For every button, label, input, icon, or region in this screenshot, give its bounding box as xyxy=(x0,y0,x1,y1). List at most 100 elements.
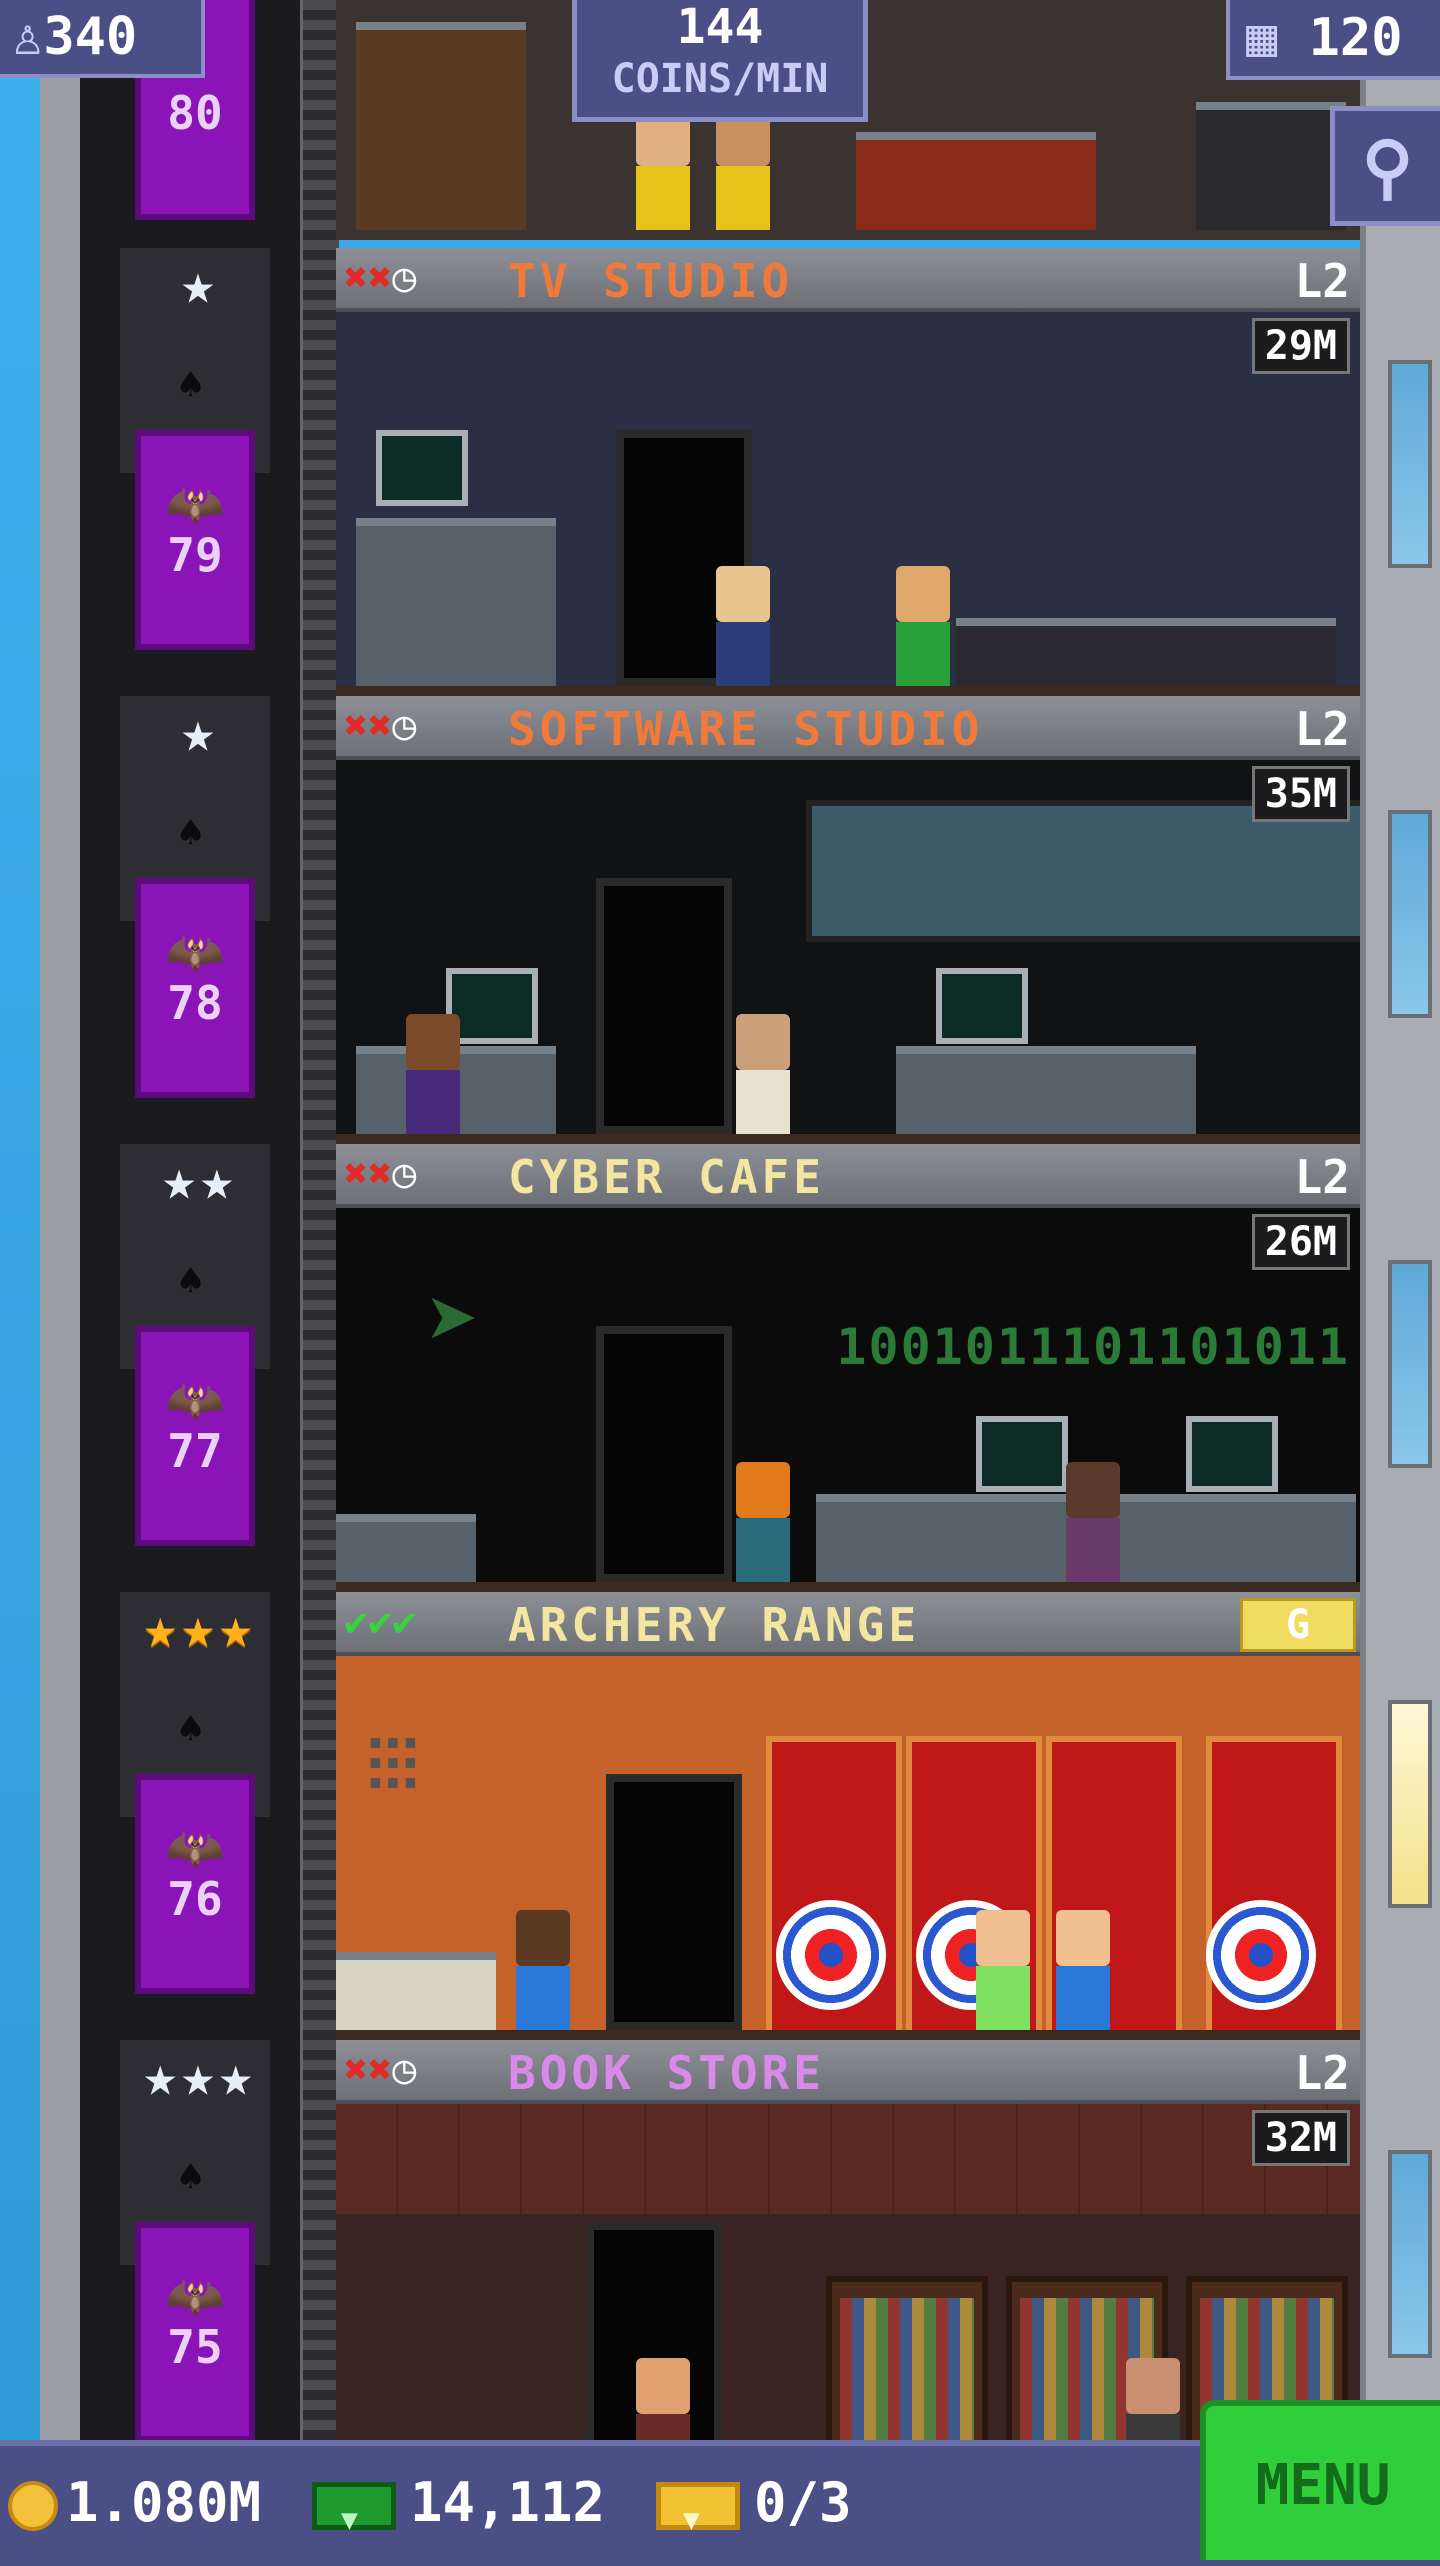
stocked-icon: ✔ xyxy=(392,1599,417,1645)
floor-name: TV STUDIO xyxy=(508,254,794,308)
elevator-car[interactable]: 🦇 76 xyxy=(135,1774,255,1994)
room-interior[interactable] xyxy=(336,760,1360,1144)
restock-timer: 29M xyxy=(1251,318,1350,374)
floor-level: L2 xyxy=(1294,702,1350,756)
resident[interactable] xyxy=(736,1014,790,1134)
room-interior[interactable]: ➤ 1001011101101011 xyxy=(336,1208,1360,1592)
floor-software-studio[interactable]: ✖✖◷ SOFTWARE STUDIO L2 35M xyxy=(336,696,1360,1144)
spade-icon: ♠ xyxy=(178,2152,204,2201)
door xyxy=(596,878,732,1134)
floor-counter[interactable]: ▦ 120 xyxy=(1226,0,1440,80)
floor-stars: ★ xyxy=(181,700,219,765)
floor-line xyxy=(336,1582,1360,1592)
elevator-floor-number: 78 xyxy=(167,976,223,1030)
floor-header[interactable]: ✖✖◷ SOFTWARE STUDIO L2 xyxy=(336,696,1360,760)
bat-icon: 🦇 xyxy=(165,925,225,981)
resident[interactable] xyxy=(1066,1462,1120,1582)
gold-badge[interactable]: G xyxy=(1240,1598,1356,1652)
resident[interactable] xyxy=(716,566,770,686)
clock-icon: ◷ xyxy=(392,1151,417,1197)
floor-header[interactable]: ✖✖◷ TV STUDIO L2 xyxy=(336,248,1360,312)
out-of-stock-icon: ✖ xyxy=(344,1151,369,1197)
monitor xyxy=(376,430,468,506)
out-of-stock-icon: ✖ xyxy=(344,2047,369,2093)
out-of-stock-icon: ✖ xyxy=(368,703,393,749)
coin-rate-unit: COINS/MIN xyxy=(611,56,829,102)
stocked-icon: ✔ xyxy=(368,1599,393,1645)
sky-background xyxy=(0,0,40,2560)
magnifier-icon: ⚲ xyxy=(1361,126,1414,208)
search-button[interactable]: ⚲ xyxy=(1330,106,1440,226)
bux-display[interactable]: 14,112 xyxy=(312,2468,605,2555)
archery-target xyxy=(1206,1900,1316,2010)
floor-level: L2 xyxy=(1294,1150,1350,1204)
stock-status: ✔✔✔ xyxy=(344,1600,416,1644)
window xyxy=(1388,2150,1432,2358)
floor-header[interactable]: ✔✔✔ ARCHERY RANGE G xyxy=(336,1592,1360,1656)
bat-icon: 🦇 xyxy=(165,477,225,533)
elevator-car[interactable]: 🦇 77 xyxy=(135,1326,255,1546)
spade-icon: ♠ xyxy=(178,360,204,409)
bat-icon: 🦇 xyxy=(165,2269,225,2325)
spade-icon: ♠ xyxy=(178,808,204,857)
coin-rate-display[interactable]: 144 COINS/MIN xyxy=(572,0,868,122)
monitor xyxy=(936,968,1028,1044)
coin-icon xyxy=(8,2481,58,2532)
window-lit xyxy=(1388,1700,1432,1908)
floor-line xyxy=(336,1134,1360,1144)
floor-cyber-cafe[interactable]: ✖✖◷ CYBER CAFE L2 ➤ 1001011101101011 26M xyxy=(336,1144,1360,1592)
coins-display[interactable]: 1.080M xyxy=(8,2468,261,2538)
out-of-stock-icon: ✖ xyxy=(344,703,369,749)
menu-button[interactable]: MENU xyxy=(1200,2400,1440,2560)
resident[interactable] xyxy=(976,1910,1030,2030)
elevator-car[interactable]: 🦇 75 xyxy=(135,2222,255,2442)
tower-right-wall xyxy=(1360,0,1440,2440)
control-desk xyxy=(356,518,556,686)
population-counter[interactable]: ♙340 xyxy=(0,0,205,78)
resident[interactable] xyxy=(1056,1910,1110,2030)
window xyxy=(1388,810,1432,1018)
resident[interactable] xyxy=(406,1014,460,1134)
restock-timer: 32M xyxy=(1251,2110,1350,2166)
floor-stars: ★★★ xyxy=(143,2044,257,2109)
bat-icon: 🦇 xyxy=(165,1373,225,1429)
floor-archery-range[interactable]: ✔✔✔ ARCHERY RANGE G ⫶⫶⫶ xyxy=(336,1592,1360,2040)
cursor-icon: ➤ xyxy=(426,1268,481,1373)
clock-icon: ◷ xyxy=(392,703,417,749)
set-chairs xyxy=(956,618,1336,686)
resident[interactable] xyxy=(896,566,950,686)
floor-stars: ★ xyxy=(181,252,219,317)
resident[interactable] xyxy=(636,110,690,230)
stock-status: ✖✖◷ xyxy=(344,1152,416,1196)
spade-icon: ♠ xyxy=(178,1256,204,1305)
resident-pumpkin[interactable] xyxy=(736,1462,790,1582)
room-interior[interactable] xyxy=(336,312,1360,696)
resident[interactable] xyxy=(716,110,770,230)
floor-header[interactable]: ✖✖◷ BOOK STORE L2 xyxy=(336,2040,1360,2104)
resident[interactable] xyxy=(516,1910,570,2030)
monitor xyxy=(1186,1416,1278,1492)
tickets-display[interactable]: 0/3 xyxy=(656,2468,852,2555)
stocked-icon: ✔ xyxy=(344,1599,369,1645)
floor-header[interactable]: ✖✖◷ CYBER CAFE L2 xyxy=(336,1144,1360,1208)
elevator-car[interactable]: 🦇 78 xyxy=(135,878,255,1098)
door xyxy=(606,1774,742,2030)
restock-timer: 26M xyxy=(1251,1214,1350,1270)
elevator-floor-number: 79 xyxy=(167,528,223,582)
desk xyxy=(896,1046,1196,1134)
elevator-car[interactable]: 🦇 79 xyxy=(135,430,255,650)
room-interior[interactable]: ⫶⫶⫶ xyxy=(336,1656,1360,2040)
stock-status: ✖✖◷ xyxy=(344,2048,416,2092)
shelf xyxy=(356,22,526,230)
spade-icon: ♠ xyxy=(178,1704,204,1753)
building-icon: ▦ xyxy=(1246,8,1278,68)
counter xyxy=(336,1514,476,1582)
arrow-rack-icon: ⫶⫶⫶ xyxy=(366,1726,419,1808)
floor-stars: ★★ xyxy=(162,1148,238,1213)
floor-line xyxy=(336,2030,1360,2040)
floor-stars: ★★★ xyxy=(143,1596,257,1661)
display-case xyxy=(1196,102,1346,230)
floor-tv-studio[interactable]: ✖✖◷ TV STUDIO L2 29M xyxy=(336,248,1360,696)
ticket-icon xyxy=(656,2482,740,2555)
clock-icon: ◷ xyxy=(392,255,417,301)
